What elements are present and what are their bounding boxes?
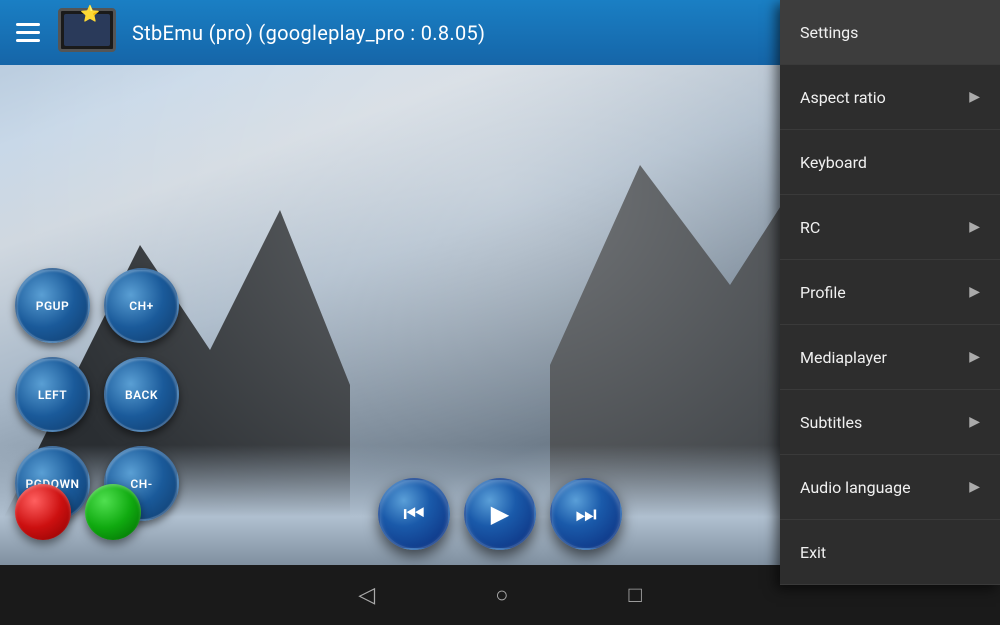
chevron-right-icon: ▶ (969, 89, 980, 105)
menu-item-rc[interactable]: RC ▶ (780, 195, 1000, 260)
fast-forward-icon: ⏭ (575, 500, 597, 528)
back-nav-button[interactable]: ◁ (358, 583, 375, 608)
menu-item-keyboard[interactable]: Keyboard (780, 130, 1000, 195)
chevron-right-icon: ▶ (969, 284, 980, 300)
menu-item-aspect-ratio[interactable]: Aspect ratio ▶ (780, 65, 1000, 130)
menu-item-label-rc: RC (800, 218, 820, 237)
chevron-right-icon: ▶ (969, 479, 980, 495)
menu-item-label-audio-language: Audio language (800, 478, 911, 497)
controls-row-2: LEFT BACK (15, 357, 205, 432)
menu-item-label-mediaplayer: Mediaplayer (800, 348, 887, 367)
rewind-icon: ⏮ (403, 500, 425, 528)
star-icon: ⭐ (80, 4, 100, 23)
recents-nav-button[interactable]: □ (628, 582, 641, 608)
chevron-right-icon: ▶ (969, 414, 980, 430)
hamburger-line (16, 39, 40, 42)
menu-item-exit[interactable]: Exit (780, 520, 1000, 585)
home-nav-button[interactable]: ○ (495, 582, 508, 608)
app-title: StbEmu (pro) (googleplay_pro : 0.8.05) (132, 21, 485, 45)
play-icon: ▶ (491, 500, 509, 528)
app-header: ⭐ StbEmu (pro) (googleplay_pro : 0.8.05) (0, 0, 780, 65)
hamburger-line (16, 31, 40, 34)
left-button[interactable]: LEFT (15, 357, 90, 432)
pgup-button[interactable]: PGUP (15, 268, 90, 343)
fast-forward-button[interactable]: ⏭ (550, 478, 622, 550)
menu-item-mediaplayer[interactable]: Mediaplayer ▶ (780, 325, 1000, 390)
menu-item-audio-language[interactable]: Audio language ▶ (780, 455, 1000, 520)
play-button[interactable]: ▶ (464, 478, 536, 550)
chevron-right-icon: ▶ (969, 349, 980, 365)
menu-item-settings[interactable]: Settings (780, 0, 1000, 65)
controls-row-1: PGUP CH+ (15, 268, 205, 343)
hamburger-button[interactable] (12, 19, 44, 46)
menu-item-label-exit: Exit (800, 543, 826, 562)
settings-dropdown: Settings Aspect ratio ▶ Keyboard RC ▶ Profile ▶… (780, 0, 1000, 585)
menu-item-label-profile: Profile (800, 283, 846, 302)
menu-item-label-settings: Settings (800, 23, 858, 42)
tv-logo: ⭐ (58, 8, 118, 58)
menu-item-subtitles[interactable]: Subtitles ▶ (780, 390, 1000, 455)
chevron-right-icon: ▶ (969, 219, 980, 235)
hamburger-line (16, 23, 40, 26)
menu-item-profile[interactable]: Profile ▶ (780, 260, 1000, 325)
back-button[interactable]: BACK (104, 357, 179, 432)
menu-item-label-keyboard: Keyboard (800, 153, 867, 172)
menu-item-label-aspect-ratio: Aspect ratio (800, 88, 886, 107)
ch-plus-button[interactable]: CH+ (104, 268, 179, 343)
menu-item-label-subtitles: Subtitles (800, 413, 862, 432)
rewind-button[interactable]: ⏮ (378, 478, 450, 550)
